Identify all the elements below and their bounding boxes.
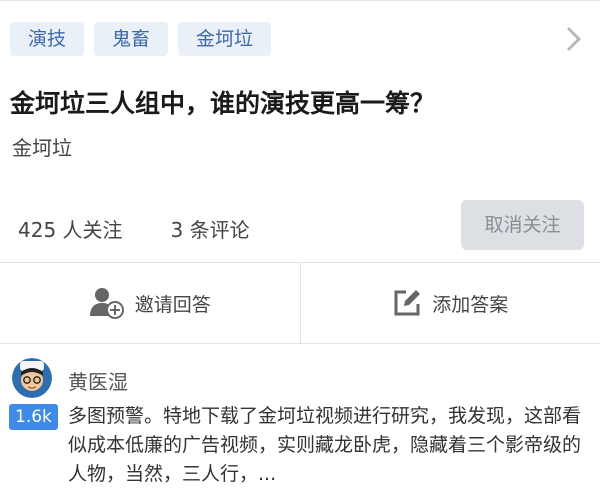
answer-preview[interactable]: 1.6k 黄医湿 多图预警。特地下载了金坷垃视频进行研究，我发现，这部看似成本低… [0,346,600,496]
tag-acting[interactable]: 演技 [10,22,85,56]
invite-answer-label: 邀请回答 [134,293,211,316]
avatar[interactable] [12,358,52,398]
top-divider [0,0,600,1]
answer-author[interactable]: 黄医湿 [68,366,128,395]
answer-excerpt[interactable]: 多图预警。特地下载了金坷垃视频进行研究，我发现，这部看似成本低廉的广告视频，实则… [68,402,588,489]
edit-icon [394,290,421,316]
unfollow-button[interactable]: 取消关注 [461,200,584,250]
add-answer-button[interactable]: 添加答案 [299,263,600,343]
tag-jinkela[interactable]: 金坷垃 [178,22,272,56]
action-bar: 邀请回答 添加答案 [0,262,600,344]
vote-count-badge: 1.6k [9,404,58,430]
question-stats: 425 人关注 3 条评论 [18,214,250,243]
follower-count[interactable]: 425 人关注 [18,214,123,243]
chevron-right-icon[interactable] [562,24,586,54]
add-answer-label: 添加答案 [432,293,509,316]
question-topic[interactable]: 金坷垃 [12,132,72,161]
comment-count[interactable]: 3 条评论 [171,214,250,243]
add-user-icon [89,288,124,319]
invite-answer-button[interactable]: 邀请回答 [0,263,300,343]
tag-guichu[interactable]: 鬼畜 [94,22,169,56]
tag-list: 演技 鬼畜 金坷垃 [10,22,272,56]
question-title[interactable]: 金坷垃三人组中，谁的演技更高一筹？ [10,84,435,120]
